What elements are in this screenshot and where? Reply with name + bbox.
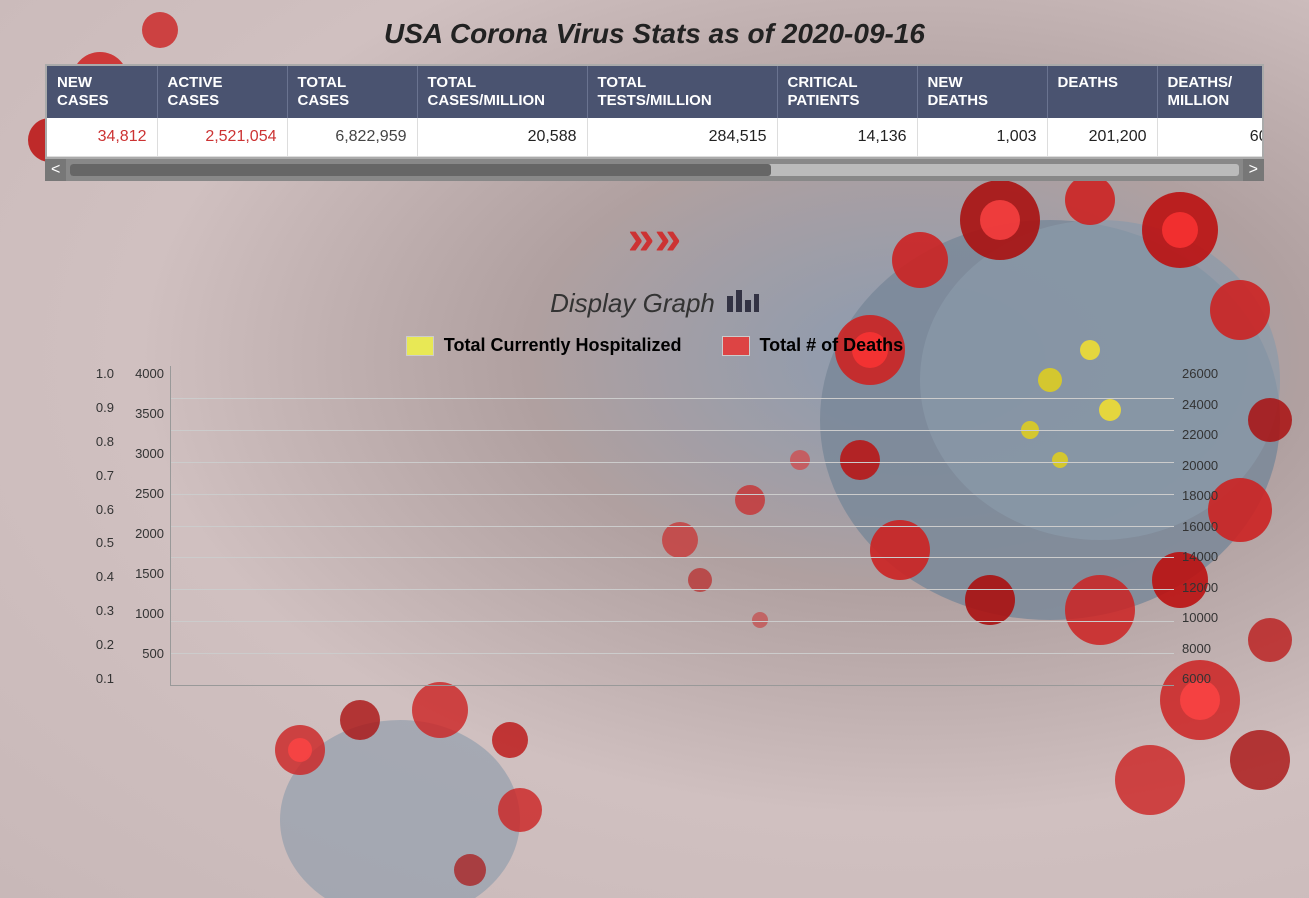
page-title: USA Corona Virus Stats as of 2020-09-16 — [0, 0, 1309, 64]
th-critical-patients: CRITICALPATIENTS — [777, 66, 917, 118]
cell-total-cases: 6,822,959 — [287, 118, 417, 157]
stats-table-wrapper: NEWCASES ACTIVECASES TOTALCASES TOTALCAS… — [45, 64, 1264, 159]
th-active-cases: ACTIVECASES — [157, 66, 287, 118]
cell-deaths-million: 607 — [1157, 118, 1264, 157]
display-graph-container: Display Graph — [0, 286, 1309, 321]
y-axis-left: 1.0 0.9 0.8 0.7 0.6 0.5 0.4 0.3 0.2 0.1 — [80, 366, 120, 686]
cell-new-cases: 34,812 — [47, 118, 157, 157]
cell-critical-patients: 14,136 — [777, 118, 917, 157]
chevron-container: »» — [0, 211, 1309, 266]
legend-label-hospitalized: Total Currently Hospitalized — [444, 335, 682, 356]
chevron-right-icon[interactable]: »» — [628, 212, 681, 265]
legend-item-hospitalized: Total Currently Hospitalized — [406, 335, 682, 356]
display-graph-button[interactable]: Display Graph — [550, 286, 759, 321]
legend-color-red — [722, 336, 750, 356]
th-total-cases-million: TOTALCASES/MILLION — [417, 66, 587, 118]
legend-label-deaths: Total # of Deaths — [760, 335, 904, 356]
th-deaths: DEATHS — [1047, 66, 1157, 118]
scroll-right-arrow[interactable]: > — [1243, 159, 1264, 181]
chart-body — [170, 366, 1174, 686]
scroll-track[interactable] — [70, 164, 1238, 176]
chart-area: 1.0 0.9 0.8 0.7 0.6 0.5 0.4 0.3 0.2 0.1 … — [0, 366, 1309, 686]
scroll-thumb — [70, 164, 771, 176]
legend-color-yellow — [406, 336, 434, 356]
cell-total-tests-million: 284,515 — [587, 118, 777, 157]
scroll-left-arrow[interactable]: < — [45, 159, 66, 181]
legend-item-deaths: Total # of Deaths — [722, 335, 904, 356]
th-new-cases: NEWCASES — [47, 66, 157, 118]
bars-container — [171, 366, 1174, 685]
cell-active-cases: 2,521,054 — [157, 118, 287, 157]
display-graph-label: Display Graph — [550, 288, 715, 319]
th-new-deaths: NEWDEATHS — [917, 66, 1047, 118]
y-axis-left2: 4000 3500 3000 2500 2000 1500 1000 500 — [120, 366, 170, 686]
scroll-bar: < > — [45, 159, 1264, 181]
table-row: 34,812 2,521,054 6,822,959 20,588 284,51… — [47, 118, 1264, 157]
th-total-cases: TOTALCASES — [287, 66, 417, 118]
y-axis-right: 26000 24000 22000 20000 18000 16000 1400… — [1174, 366, 1229, 686]
th-deaths-million: DEATHS/MILLION — [1157, 66, 1264, 118]
legend: Total Currently Hospitalized Total # of … — [0, 335, 1309, 356]
cell-new-deaths: 1,003 — [917, 118, 1047, 157]
table-header-row: NEWCASES ACTIVECASES TOTALCASES TOTALCAS… — [47, 66, 1264, 118]
cell-total-cases-million: 20,588 — [417, 118, 587, 157]
th-total-tests-million: TOTALTESTS/MILLION — [587, 66, 777, 118]
cell-deaths: 201,200 — [1047, 118, 1157, 157]
bar-chart-icon — [725, 286, 759, 321]
stats-table: NEWCASES ACTIVECASES TOTALCASES TOTALCAS… — [47, 66, 1264, 157]
